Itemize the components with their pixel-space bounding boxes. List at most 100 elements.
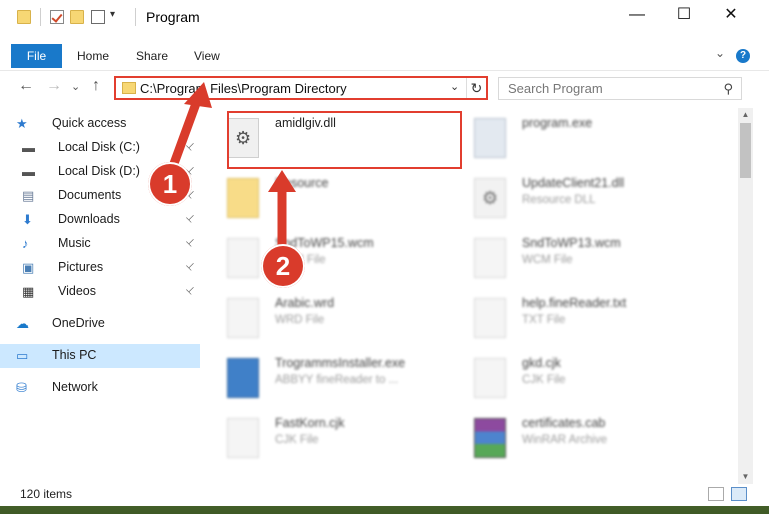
doc-file-icon [474,238,506,278]
file-type: CJK File [522,374,566,386]
file-item[interactable]: UpdateClient21.dll Resource DLL [454,172,694,232]
installer-file-icon [227,358,259,398]
file-item[interactable]: SndToWP15.wcmWCM File [207,232,447,292]
file-type: WCM File [522,254,573,266]
window-title: Program [146,9,200,25]
gear-file-icon [474,178,506,218]
sidebar-item-local-disk-c[interactable]: ▬ Local Disk (C:) ⊥ [0,136,200,160]
status-bar: 120 items [0,484,769,506]
title-bar: ▾ Program — ☐ ✕ [0,0,769,34]
back-button[interactable]: ← [18,77,34,95]
sidebar-item-network[interactable]: ⛁ Network [0,376,200,400]
search-input[interactable]: Search Program ⚲ [498,77,742,100]
collapse-ribbon-icon[interactable]: ⌄ [715,46,725,60]
doc-file-icon [227,238,259,278]
sidebar-item-label: Local Disk (D:) [58,164,140,178]
doc-file-icon [474,298,506,338]
callout-2: 2 [261,244,305,288]
help-icon[interactable]: ? [736,49,750,63]
file-name: certificates.cab [522,416,606,430]
callout-1: 1 [148,162,192,206]
view-options-icon[interactable] [91,10,105,24]
tab-file[interactable]: File [11,44,62,68]
pictures-icon: ▣ [22,260,35,275]
music-icon: ♪ [22,236,29,251]
file-type: WRD File [275,314,325,326]
separator [40,8,41,26]
file-item[interactable]: Resource [207,172,447,232]
scroll-thumb[interactable] [740,123,751,178]
sidebar-item-label: Documents [58,188,122,202]
sidebar-item-label: Music [58,236,91,250]
address-path[interactable]: C:\Program Files\Program Directory [140,81,347,96]
file-item[interactable]: TrogrammsInstaller.exe ABBYY fineReader t… [207,352,447,412]
search-placeholder: Search Program [508,81,603,96]
up-button[interactable]: ↑ [92,77,100,95]
file-item[interactable]: FastKorn.cjk CJK File [207,412,447,472]
file-name: program.exe [522,116,593,130]
star-icon: ★ [16,116,28,131]
file-item[interactable]: SndToWP13.wcm WCM File [454,232,694,292]
tab-home[interactable]: Home [77,44,109,68]
doc-file-icon [227,298,259,338]
tab-view[interactable]: View [194,44,220,68]
forward-button[interactable]: → [46,77,62,95]
vertical-scrollbar[interactable]: ▲ ▼ [738,108,753,484]
item-count: 120 items [20,487,73,501]
file-item[interactable]: Arabic.wrd WRD File [207,292,447,352]
pin-icon: ⊥ [183,211,198,226]
sidebar-item-label: Network [52,380,98,394]
tab-share[interactable]: Share [136,44,168,68]
pin-icon: ⊥ [183,235,198,250]
winrar-file-icon [474,418,506,458]
file-name: Resource [275,176,329,190]
scroll-up-icon[interactable]: ▲ [738,108,753,122]
pin-icon: ⊥ [183,283,198,298]
quick-access-dropdown[interactable]: ▾ [110,9,115,20]
sidebar-item-music[interactable]: ♪ Music ⊥ [0,232,200,256]
sidebar-item-label: Local Disk (C:) [58,140,140,154]
file-name: help.fineReader.txt [522,296,627,310]
sidebar-item-videos[interactable]: ▦ Videos ⊥ [0,280,200,304]
address-bar[interactable]: C:\Program Files\Program Directory ⌄ ↻ [114,76,488,100]
address-dropdown[interactable]: ⌄ [450,80,459,93]
cloud-icon: ☁ [16,316,29,331]
drive-icon: ▬ [22,164,35,179]
file-type: TXT File [522,314,566,326]
sidebar-item-pictures[interactable]: ▣ Pictures ⊥ [0,256,200,280]
details-view-button[interactable] [708,487,724,501]
file-type: CJK File [275,434,319,446]
refresh-button[interactable]: ↻ [466,78,486,98]
download-icon: ⬇ [22,212,33,227]
file-name: gkd.cjk [522,356,561,370]
file-name: SndToWP13.wcm [522,236,621,250]
sidebar-item-label: This PC [52,348,97,362]
sidebar-item-onedrive[interactable]: ☁ OneDrive [0,312,200,336]
recent-locations-button[interactable]: ⌄ [71,80,80,93]
pin-icon: ⊥ [183,259,198,274]
file-item[interactable]: certificates.cab WinRAR Archive [454,412,694,472]
scroll-down-icon[interactable]: ▼ [738,470,753,484]
sidebar-item-quick-access[interactable]: ★ Quick access [0,112,200,136]
file-item[interactable]: gkd.cjk CJK File [454,352,694,412]
large-icons-view-button[interactable] [731,487,747,501]
maximize-button[interactable]: ☐ [661,0,707,30]
file-type: WinRAR Archive [522,434,607,446]
sidebar-item-downloads[interactable]: ⬇ Downloads ⊥ [0,208,200,232]
sidebar-item-this-pc[interactable]: ▭ This PC [0,344,200,368]
sidebar-item-label: OneDrive [52,316,105,330]
file-name: FastKorn.cjk [275,416,345,430]
file-item[interactable]: help.fineReader.txt TXT File [454,292,694,352]
search-icon[interactable]: ⚲ [723,81,733,97]
file-name: Arabic.wrd [275,296,335,310]
file-item[interactable]: program.exe [454,112,694,172]
close-button[interactable]: ✕ [708,0,754,30]
doc-file-icon [474,358,506,398]
doc-file-icon [227,418,259,458]
minimize-button[interactable]: — [614,0,660,30]
file-name: UpdateClient21.dll [522,176,625,190]
sidebar-item-label: Videos [58,284,96,298]
new-folder-icon[interactable] [70,10,84,24]
folder-icon [17,10,31,24]
properties-check-icon[interactable] [50,10,64,24]
